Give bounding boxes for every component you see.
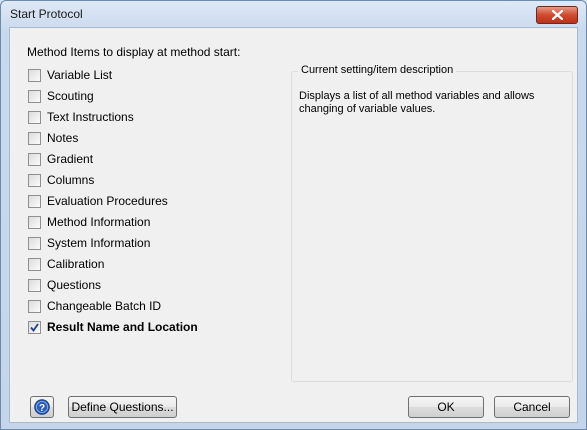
checkbox[interactable] bbox=[28, 110, 41, 124]
method-item-label: Variable List bbox=[47, 68, 113, 82]
method-item-label: Columns bbox=[47, 173, 95, 187]
help-button[interactable]: ? bbox=[30, 396, 54, 418]
dialog-title: Start Protocol bbox=[10, 7, 83, 21]
dialog-body: Method Items to display at method start:… bbox=[9, 27, 578, 423]
description-text: Displays a list of all method variables … bbox=[299, 90, 535, 115]
start-protocol-dialog: Start Protocol Method Items to display a… bbox=[0, 0, 587, 430]
method-item-row[interactable]: Text Instructions bbox=[28, 108, 134, 126]
method-item-label: Notes bbox=[47, 131, 79, 145]
checkbox-checked[interactable] bbox=[28, 320, 41, 334]
checkbox[interactable] bbox=[28, 194, 41, 208]
method-item-label: Text Instructions bbox=[47, 110, 134, 124]
title-bar[interactable]: Start Protocol bbox=[1, 1, 586, 27]
checkbox[interactable] bbox=[28, 173, 41, 187]
help-icon: ? bbox=[34, 399, 50, 415]
description-group-title: Current setting/item description bbox=[298, 64, 457, 76]
method-item-label: Result Name and Location bbox=[47, 320, 198, 334]
method-item-row[interactable]: Changeable Batch ID bbox=[28, 297, 161, 315]
checkbox[interactable] bbox=[28, 131, 41, 145]
method-item-label: Changeable Batch ID bbox=[47, 299, 162, 313]
checkbox[interactable] bbox=[28, 68, 41, 82]
method-item-row[interactable]: Columns bbox=[28, 171, 94, 189]
checkbox[interactable] bbox=[28, 278, 41, 292]
method-item-row[interactable]: Result Name and Location bbox=[28, 318, 198, 336]
close-button[interactable] bbox=[536, 6, 578, 24]
checkbox[interactable] bbox=[28, 152, 41, 166]
method-item-row[interactable]: Evaluation Procedures bbox=[28, 192, 168, 210]
checkbox[interactable] bbox=[28, 89, 41, 103]
method-item-label: Calibration bbox=[47, 257, 105, 271]
method-item-row[interactable]: Method Information bbox=[28, 213, 150, 231]
svg-text:?: ? bbox=[39, 403, 45, 414]
method-item-label: Method Information bbox=[47, 215, 151, 229]
ok-button[interactable]: OK bbox=[408, 396, 484, 418]
cancel-button[interactable]: Cancel bbox=[494, 396, 570, 418]
define-questions-button[interactable]: Define Questions... bbox=[68, 396, 177, 418]
checkbox[interactable] bbox=[28, 299, 41, 313]
method-item-row[interactable]: Calibration bbox=[28, 255, 104, 273]
check-mark-icon bbox=[30, 322, 39, 332]
method-item-row[interactable]: Scouting bbox=[28, 87, 94, 105]
checkbox[interactable] bbox=[28, 215, 41, 229]
description-group: Current setting/item description Display… bbox=[291, 64, 573, 382]
method-item-row[interactable]: Notes bbox=[28, 129, 78, 147]
method-item-row[interactable]: Gradient bbox=[28, 150, 93, 168]
method-item-label: System Information bbox=[47, 236, 151, 250]
checkbox[interactable] bbox=[28, 236, 41, 250]
method-item-label: Gradient bbox=[47, 152, 94, 166]
method-item-row[interactable]: Questions bbox=[28, 276, 101, 294]
checkbox[interactable] bbox=[28, 257, 41, 271]
method-items-label: Method Items to display at method start: bbox=[27, 45, 241, 59]
method-item-label: Questions bbox=[47, 278, 102, 292]
method-item-label: Scouting bbox=[47, 89, 94, 103]
method-item-row[interactable]: System Information bbox=[28, 234, 150, 252]
close-icon bbox=[552, 10, 563, 20]
method-item-row[interactable]: Variable List bbox=[28, 66, 112, 84]
method-item-label: Evaluation Procedures bbox=[47, 194, 168, 208]
